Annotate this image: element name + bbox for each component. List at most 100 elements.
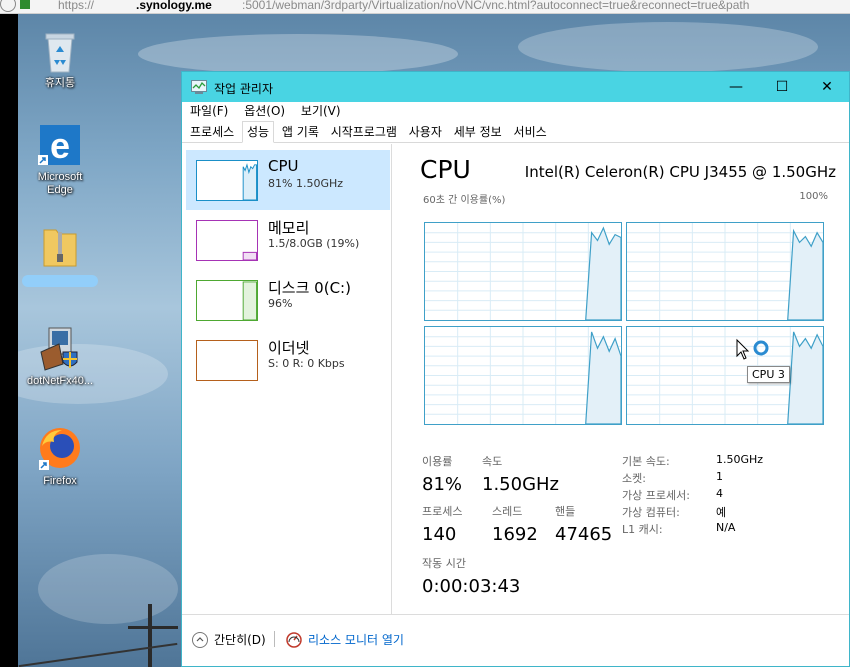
tab-details[interactable]: 세부 정보 [450, 122, 506, 144]
title-bar[interactable]: 작업 관리자 — ☐ ✕ [182, 72, 849, 102]
cpu-core-graph [626, 222, 824, 321]
ethernet-thumbnail-graph [196, 340, 258, 381]
utilization-label: 이용률 [422, 455, 453, 468]
ethernet-receive-label: R: [289, 357, 308, 370]
resource-item-disk[interactable]: 디스크 0(C:) 96% [186, 270, 390, 330]
footer-bar: 간단히(D) 리소스 모니터 열기 [182, 614, 849, 666]
tab-bar: 프로세스 성능 앱 기록 시작프로그램 사용자 세부 정보 서비스 [182, 121, 849, 143]
core-graph-canvas [627, 223, 824, 321]
desktop-icon-edge[interactable]: e Microsoft Edge [20, 122, 100, 197]
resource-sub: 81% 1.50GHz [268, 177, 344, 190]
utilization-max-label: 100% [799, 191, 828, 202]
ethernet-send-label: S: [268, 357, 283, 370]
cpu-core-graph [424, 222, 622, 321]
cpu-load-line [787, 228, 824, 321]
task-manager-icon [191, 80, 207, 94]
core-graph-canvas [425, 327, 622, 425]
cpu-load-line [585, 331, 622, 425]
spec-label: 가상 컴퓨터: [622, 506, 680, 519]
desktop-icon-recycle-bin[interactable]: 휴지통 [20, 28, 100, 90]
resource-name: 이더넷 [268, 339, 310, 357]
resource-monitor-link[interactable]: 리소스 모니터 열기 [286, 631, 404, 648]
resource-name: 디스크 0(C:) [268, 279, 351, 297]
folder-zip-icon [43, 229, 77, 267]
tab-app-history[interactable]: 앱 기록 [278, 122, 323, 144]
resource-item-ethernet[interactable]: 이더넷 S: 0 R: 0 Kbps [186, 330, 390, 390]
resource-item-cpu[interactable]: CPU 81% 1.50GHz [186, 150, 390, 210]
tab-services[interactable]: 서비스 [510, 122, 551, 144]
tab-performance[interactable]: 성능 [242, 121, 275, 143]
resource-item-memory[interactable]: 메모리 1.5/8.0GB (19%) [186, 210, 390, 270]
footer-divider [274, 631, 275, 647]
tab-users[interactable]: 사용자 [405, 122, 446, 144]
menu-bar: 파일(F) 옵션(O) 보기(V) [182, 102, 849, 121]
window-title: 작업 관리자 [214, 82, 274, 96]
resource-name: 메모리 [268, 219, 310, 237]
resource-list: CPU 81% 1.50GHz 메모리 1.5/8.0GB (19%) 디스크 … [182, 144, 392, 614]
edge-icon: e [38, 125, 80, 166]
menu-file[interactable]: 파일(F) [190, 104, 228, 118]
utility-pole [128, 626, 178, 629]
tab-processes[interactable]: 프로세스 [186, 122, 238, 144]
memory-thumbnail-graph [196, 220, 258, 261]
resource-sub: 1.5/8.0GB (19%) [268, 237, 360, 250]
info-icon[interactable] [0, 0, 16, 12]
cpu-model: Intel(R) Celeron(R) CPU J3455 @ 1.50GHz [524, 163, 836, 181]
menu-view[interactable]: 보기(V) [301, 104, 341, 118]
cloud [518, 22, 818, 72]
spec-label: 소켓: [622, 472, 646, 485]
disk-thumbnail-graph [196, 280, 258, 321]
spec-label: L1 캐시: [622, 523, 663, 536]
chevron-up-icon [192, 631, 208, 648]
desktop-icon-dotnet[interactable]: dotNetFx40... [20, 324, 100, 388]
speed-value: 1.50GHz [482, 474, 560, 495]
spec-value: 1 [716, 470, 723, 483]
cloud [138, 34, 458, 74]
processes-label: 프로세스 [422, 505, 463, 518]
resource-monitor-icon [286, 631, 302, 648]
utilization-value: 81% [422, 474, 463, 495]
uptime-label: 작동 시간 [422, 557, 466, 570]
close-button[interactable]: ✕ [804, 72, 850, 102]
url-path: :5001/webman/3rdparty/Virtualization/noV… [242, 0, 750, 12]
handles-label: 핸들 [555, 505, 576, 518]
url-prefix: https:// [58, 0, 95, 12]
cloud [38, 554, 178, 624]
menu-options[interactable]: 옵션(O) [244, 104, 285, 118]
cpu-core-tooltip: CPU 3 [747, 366, 790, 383]
resource-monitor-label: 리소스 모니터 열기 [308, 633, 404, 647]
cpu-load-line [585, 226, 622, 321]
spec-value: N/A [716, 521, 736, 534]
resource-name: CPU [268, 157, 299, 175]
spec-value: 예 [716, 506, 727, 519]
desktop-icon-label: Microsoft Edge [37, 171, 83, 196]
uptime-value: 0:00:03:43 [422, 576, 521, 597]
desktop-icon-firefox[interactable]: Firefox [20, 424, 100, 488]
tab-startup[interactable]: 시작프로그램 [327, 122, 401, 144]
firefox-icon [39, 428, 80, 470]
resource-sub: 96% [268, 297, 293, 310]
threads-label: 스레드 [492, 505, 523, 518]
power-line [18, 642, 178, 667]
cpu-core-graph [626, 326, 824, 425]
desktop-icon-folder[interactable] [20, 224, 100, 287]
svg-text:e: e [50, 125, 70, 166]
ethernet-receive-value: 0 Kbps [307, 357, 345, 370]
recycle-bin-icon [45, 33, 75, 73]
spec-value: 1.50GHz [716, 453, 764, 466]
cpu-core-graph [424, 326, 622, 425]
spec-label: 가상 프로세서: [622, 489, 690, 502]
core-graph-canvas [627, 327, 824, 425]
minimize-button[interactable]: — [713, 72, 759, 102]
core-graph-canvas [425, 223, 622, 321]
fewer-details-label: 간단히(D) [214, 633, 266, 647]
browser-url-bar[interactable]: https:// .synology.me :5001/webman/3rdpa… [0, 0, 850, 14]
fewer-details-button[interactable]: 간단히(D) [192, 631, 266, 648]
installer-icon [40, 327, 78, 371]
maximize-button[interactable]: ☐ [759, 72, 805, 102]
blurred-label [22, 275, 98, 287]
handles-value: 47465 [555, 524, 613, 545]
url-host: .synology.me [136, 0, 212, 12]
desktop-icon-label: dotNetFx40... [26, 375, 94, 387]
speed-label: 속도 [482, 455, 503, 468]
